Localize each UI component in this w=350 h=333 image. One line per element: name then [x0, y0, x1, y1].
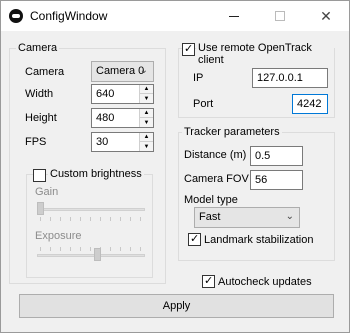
port-label: Port — [193, 98, 214, 110]
chevron-down-icon: ⌄ — [139, 65, 148, 76]
minimize-button[interactable] — [211, 1, 257, 31]
gain-slider-thumb[interactable] — [37, 202, 44, 215]
tracker-parameters-group: Tracker parameters Distance (m) 0.5 Came… — [178, 126, 335, 261]
fps-spinbox[interactable]: 30 ▲ ▼ — [91, 132, 154, 152]
width-spin-buttons: ▲ ▼ — [139, 85, 153, 103]
distance-label: Distance (m) — [184, 149, 247, 161]
spin-down-icon[interactable]: ▼ — [140, 94, 153, 103]
chevron-down-icon: ⌄ — [285, 211, 294, 222]
width-spinbox[interactable]: 640 ▲ ▼ — [91, 84, 154, 104]
width-value: 640 — [96, 88, 115, 100]
camera-group: Camera Camera Camera 0 ⌄ Width 640 ▲ ▼ H… — [9, 42, 166, 284]
camera-fov-label: Camera FOV — [184, 173, 249, 185]
gain-slider-ticks — [40, 217, 145, 221]
window-title: ConfigWindow — [30, 9, 108, 23]
camera-select-value: Camera 0 — [96, 65, 145, 77]
distance-value: 0.5 — [255, 150, 271, 162]
camera-group-legend: Camera — [16, 42, 60, 54]
height-spinbox[interactable]: 480 ▲ ▼ — [91, 108, 154, 128]
height-label: Height — [25, 112, 57, 124]
width-label: Width — [25, 88, 54, 100]
exposure-slider-track[interactable] — [37, 254, 145, 257]
exposure-label: Exposure — [35, 230, 82, 242]
gain-slider-track[interactable] — [37, 208, 145, 211]
close-button[interactable]: ✕ — [303, 1, 349, 31]
use-remote-label[interactable]: Use remote OpenTrack client — [196, 42, 334, 66]
autocheck-updates-checkbox[interactable] — [202, 274, 215, 288]
ip-input[interactable]: 127.0.0.1 — [252, 68, 328, 88]
exposure-slider-ticks — [40, 247, 145, 251]
camera-select-label: Camera — [25, 66, 65, 78]
brightness-group: Custom brightness Gain Exposure — [26, 168, 153, 278]
tracker-parameters-legend: Tracker parameters — [182, 126, 282, 138]
port-input[interactable]: 4242 — [292, 94, 328, 114]
camera-fov-value: 56 — [255, 174, 268, 186]
port-value: 4242 — [297, 98, 322, 110]
fps-spin-buttons: ▲ ▼ — [139, 133, 153, 151]
model-type-select[interactable]: Fast ⌄ — [194, 207, 300, 228]
config-window: ConfigWindow ✕ Camera Camera Camera 0 ⌄ … — [0, 0, 350, 333]
fps-value: 30 — [96, 136, 109, 148]
app-icon — [9, 9, 23, 23]
spin-up-icon[interactable]: ▲ — [140, 109, 153, 118]
exposure-slider-thumb[interactable] — [94, 248, 101, 261]
model-type-label: Model type — [184, 194, 238, 206]
use-remote-checkbox[interactable] — [182, 42, 195, 56]
spin-up-icon[interactable]: ▲ — [140, 133, 153, 142]
maximize-icon — [275, 11, 285, 21]
minimize-icon — [229, 15, 239, 17]
gain-label: Gain — [35, 186, 59, 198]
custom-brightness-checkbox[interactable] — [33, 169, 46, 182]
ip-label: IP — [193, 72, 204, 84]
ip-value: 127.0.0.1 — [257, 72, 303, 84]
spin-down-icon[interactable]: ▼ — [140, 118, 153, 127]
custom-brightness-label[interactable]: Custom brightness — [48, 168, 144, 180]
spin-down-icon[interactable]: ▼ — [140, 142, 153, 151]
camera-fov-input[interactable]: 56 — [250, 170, 303, 190]
spin-up-icon[interactable]: ▲ — [140, 85, 153, 94]
landmark-stabilization-label[interactable]: Landmark stabilization — [204, 234, 313, 246]
maximize-button[interactable] — [257, 1, 303, 31]
height-spin-buttons: ▲ ▼ — [139, 109, 153, 127]
camera-select[interactable]: Camera 0 ⌄ — [91, 61, 154, 82]
apply-button[interactable]: Apply — [19, 294, 334, 318]
fps-label: FPS — [25, 136, 47, 148]
close-icon: ✕ — [320, 8, 332, 24]
model-type-value: Fast — [199, 211, 221, 223]
remote-opentrack-group: Use remote OpenTrack client IP 127.0.0.1… — [178, 42, 335, 118]
distance-input[interactable]: 0.5 — [250, 146, 303, 166]
landmark-stabilization-checkbox[interactable] — [188, 232, 201, 246]
height-value: 480 — [96, 112, 115, 124]
title-bar[interactable]: ConfigWindow ✕ — [1, 1, 349, 31]
autocheck-updates-label[interactable]: Autocheck updates — [218, 276, 312, 288]
